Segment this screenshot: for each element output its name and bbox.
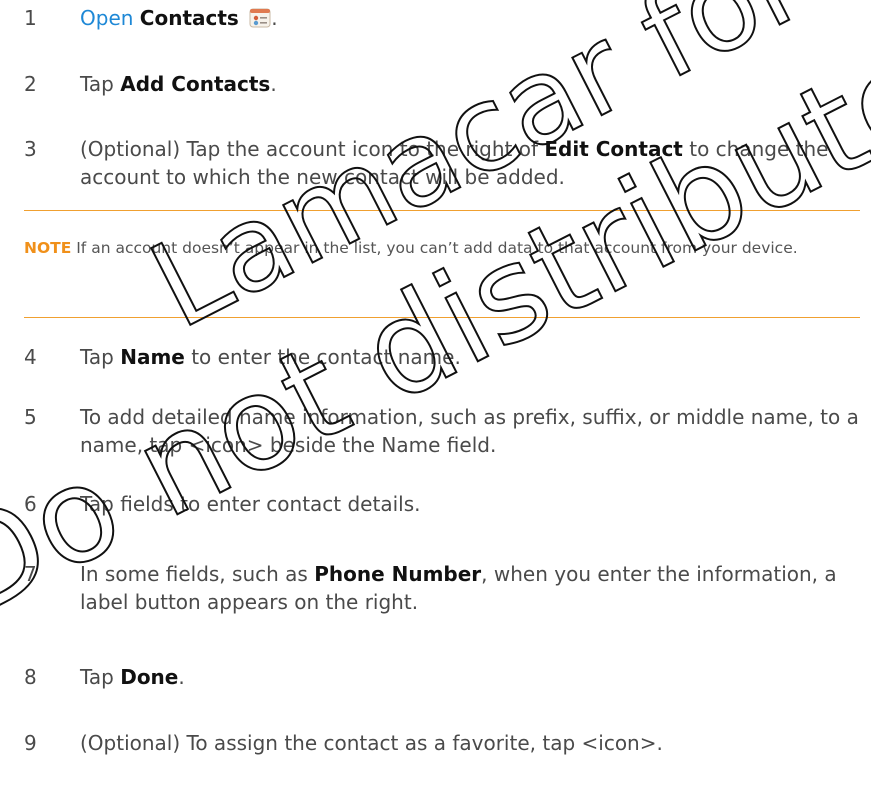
step-number: 9: [24, 731, 37, 755]
step-number: 1: [24, 6, 37, 30]
step-9: 9 (Optional) To assign the contact as a …: [24, 729, 860, 757]
document-page: 1 Open Contacts . 2 Tap Add Contacts. 3 …: [0, 0, 871, 791]
step-2: 2 Tap Add Contacts.: [24, 70, 860, 98]
step-text-end: .: [178, 665, 185, 689]
step-4: 4 Tap Name to enter the contact name.: [24, 343, 860, 371]
step-text: To add detailed name information, such a…: [80, 405, 859, 457]
step-text: (Optional) Tap the account icon to the r…: [80, 137, 545, 161]
step-text-end: to enter the contact name.: [184, 345, 461, 369]
step-1: 1 Open Contacts .: [24, 4, 860, 35]
step-text: Tap: [80, 72, 121, 96]
step-number: 8: [24, 665, 37, 689]
note-label: NOTE: [24, 239, 72, 257]
open-link[interactable]: Open: [80, 6, 133, 30]
step-7: 7 In some fields, such as Phone Number, …: [24, 560, 860, 616]
note-box: NOTE If an account doesn’t appear in the…: [24, 237, 844, 259]
step-text: Tap: [80, 665, 121, 689]
edit-contact-label: Edit Contact: [544, 137, 683, 161]
done-label: Done: [120, 665, 179, 689]
step-number: 6: [24, 492, 37, 516]
note-bottom-divider: [24, 317, 860, 318]
name-label: Name: [120, 345, 185, 369]
note-top-divider: [24, 210, 860, 211]
step-text: Tap fields to enter contact details.: [80, 492, 421, 516]
step-number: 4: [24, 345, 37, 369]
phone-number-label: Phone Number: [314, 562, 482, 586]
contacts-label: Contacts: [139, 6, 239, 30]
step-3: 3 (Optional) Tap the account icon to the…: [24, 135, 860, 191]
step-number: 2: [24, 72, 37, 96]
step-text: Tap: [80, 345, 121, 369]
step-text-end: .: [270, 72, 277, 96]
add-contacts-label: Add Contacts: [120, 72, 271, 96]
note-text: If an account doesn’t appear in the list…: [71, 239, 798, 257]
step-8: 8 Tap Done.: [24, 663, 860, 691]
step-text: In some fields, such as: [80, 562, 315, 586]
step-text: (Optional) To assign the contact as a fa…: [80, 731, 663, 755]
step-text-end: .: [271, 6, 278, 30]
step-number: 7: [24, 562, 37, 586]
step-5: 5 To add detailed name information, such…: [24, 403, 860, 459]
step-number: 3: [24, 137, 37, 161]
step-6: 6 Tap fields to enter contact details.: [24, 490, 860, 518]
step-number: 5: [24, 405, 37, 429]
contacts-app-icon: [249, 7, 271, 35]
